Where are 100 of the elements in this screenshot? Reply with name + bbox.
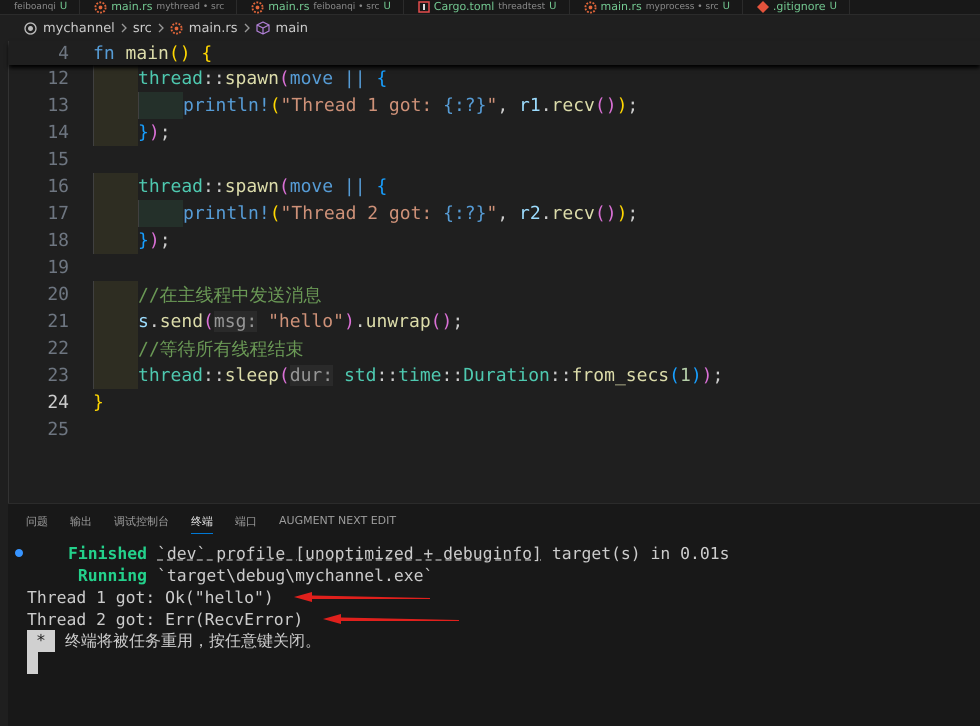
code-token: , bbox=[497, 203, 510, 224]
code-token: "Thread 2 got: bbox=[280, 203, 434, 224]
indent-guide bbox=[93, 281, 138, 308]
panel-tab[interactable]: 调试控制台 bbox=[114, 514, 169, 534]
tab-title: Cargo.toml bbox=[434, 1, 494, 13]
code-token: ) bbox=[148, 122, 160, 143]
tab-description: threadtest bbox=[498, 1, 546, 13]
code-token: move || bbox=[290, 176, 366, 197]
code-token: , bbox=[497, 95, 510, 116]
panel-tab[interactable]: AUGMENT NEXT EDIT bbox=[279, 514, 396, 534]
git-status: U bbox=[383, 1, 391, 13]
code-token: from_secs bbox=[572, 365, 670, 386]
line-number: 21 bbox=[46, 311, 70, 332]
tab-description: feiboanqi • src bbox=[313, 1, 380, 13]
code-token: time bbox=[398, 365, 442, 386]
bracket-file-icon bbox=[418, 1, 430, 13]
code-token: sleep bbox=[224, 365, 279, 386]
code-token: :: bbox=[203, 176, 225, 197]
code-token: ( bbox=[203, 311, 214, 332]
code-token: {:?} bbox=[443, 203, 486, 224]
code-comment: //在主线程中发送消息 bbox=[138, 284, 322, 306]
line-number: 17 bbox=[46, 203, 70, 224]
code-token: "hello" bbox=[267, 311, 344, 332]
code-token: ) bbox=[690, 365, 702, 386]
code-token: () bbox=[430, 311, 452, 332]
editor-tab[interactable]: main.rs mythread • src bbox=[80, 0, 238, 14]
diamond-icon bbox=[756, 1, 769, 13]
code-token: () bbox=[594, 203, 617, 224]
editor-tab[interactable]: .gitignore U bbox=[742, 0, 850, 14]
code-token: s bbox=[138, 311, 149, 332]
gear-icon bbox=[584, 0, 596, 14]
tab-title: main.rs bbox=[111, 1, 152, 13]
code-token: recv bbox=[552, 95, 595, 116]
breadcrumb-item[interactable]: main bbox=[276, 20, 308, 36]
line-number: 23 bbox=[46, 365, 70, 386]
editor-tab[interactable]: feiboanqi U bbox=[0, 0, 80, 14]
terminal-text: Thread 2 got: Err(RecvError) bbox=[27, 610, 304, 628]
code-token: . bbox=[354, 311, 366, 332]
code-token: :: bbox=[442, 365, 464, 386]
code-token: {:?} bbox=[443, 95, 486, 116]
terminal-text: Thread 1 got: Ok("hello") bbox=[27, 588, 274, 606]
code-token: " bbox=[486, 203, 498, 224]
breadcrumb-item[interactable]: mychannel bbox=[43, 20, 115, 36]
code-token: ; bbox=[160, 122, 171, 143]
status-word: Running bbox=[76, 566, 147, 584]
code-token: ; bbox=[712, 365, 724, 386]
breadcrumb-item[interactable]: main.rs bbox=[188, 20, 238, 36]
code-token: ( bbox=[278, 176, 290, 197]
code-token: :: bbox=[203, 365, 225, 386]
code-token: ) bbox=[616, 203, 628, 224]
line-number: 12 bbox=[46, 68, 70, 89]
chevron-icon bbox=[244, 23, 250, 33]
code-token: . bbox=[540, 95, 552, 116]
code-token: { bbox=[375, 68, 388, 89]
code-token: :: bbox=[550, 365, 572, 386]
code-token: println! bbox=[183, 203, 270, 224]
git-status: U bbox=[549, 1, 556, 13]
code-token: spawn bbox=[224, 68, 279, 89]
line-number: 19 bbox=[46, 257, 70, 278]
terminal-text: target(s) in 0.01s bbox=[552, 544, 730, 562]
panel-tab[interactable]: 问题 bbox=[26, 514, 48, 534]
code-token: () bbox=[168, 42, 191, 64]
chevron-icon bbox=[158, 23, 164, 33]
code-token: } bbox=[138, 230, 149, 251]
line-number: 15 bbox=[46, 149, 70, 170]
code-token: :: bbox=[203, 68, 225, 89]
line-number: 25 bbox=[46, 419, 70, 440]
code-token: 1 bbox=[680, 365, 691, 386]
panel-tab[interactable]: 输出 bbox=[70, 514, 92, 534]
code-token: main bbox=[124, 42, 169, 64]
code-token: move || bbox=[290, 68, 366, 89]
gear-icon bbox=[94, 0, 108, 14]
code-token: () bbox=[594, 95, 617, 116]
code-token: ( bbox=[669, 365, 680, 386]
code-token: . bbox=[540, 203, 552, 224]
tab-title: .gitignore bbox=[772, 1, 826, 13]
code-token: fn bbox=[93, 42, 115, 64]
editor-tab[interactable]: main.rs myprocess • src U bbox=[570, 0, 743, 14]
code-token: Duration bbox=[463, 365, 550, 386]
editor-tab[interactable]: Cargo.toml threadtest U bbox=[404, 0, 570, 14]
panel-tab[interactable]: 终端 bbox=[191, 514, 213, 534]
line-number: 18 bbox=[46, 230, 70, 251]
code-token: ( bbox=[270, 203, 281, 224]
git-status: U bbox=[60, 1, 68, 13]
git-status: U bbox=[722, 1, 730, 13]
code-token: ) bbox=[702, 365, 713, 386]
code-token: :: bbox=[376, 365, 398, 386]
terminal-text: `target\debug\mychannel.exe` bbox=[157, 566, 434, 584]
gear-icon bbox=[251, 0, 264, 14]
code-token: ; bbox=[160, 230, 171, 251]
breadcrumb-item[interactable]: src bbox=[132, 20, 152, 36]
code-token: r1 bbox=[519, 95, 541, 116]
git-status: U bbox=[830, 1, 837, 13]
code-token: thread bbox=[138, 365, 204, 386]
editor-tab[interactable]: main.rs feiboanqi • src U bbox=[237, 0, 404, 14]
panel-tab[interactable]: 端口 bbox=[235, 514, 257, 534]
code-token: { bbox=[200, 42, 212, 64]
code-token: r2 bbox=[519, 203, 541, 224]
code-token: ( bbox=[270, 95, 281, 116]
terminal-badge: * bbox=[27, 630, 55, 652]
